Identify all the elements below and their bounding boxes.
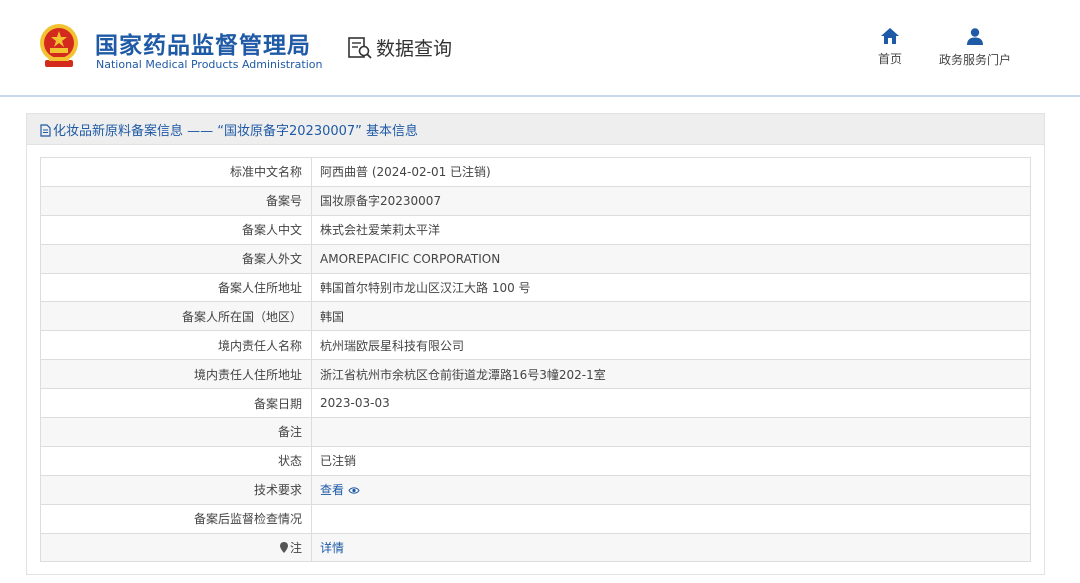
- data-query-heading: 数据查询: [347, 34, 452, 61]
- data-query-label: 数据查询: [376, 38, 453, 60]
- panel-title: 化妆品新原料备案信息 —— “国妆原备字20230007” 基本信息: [40, 120, 418, 139]
- field-label: 备案后监督检查情况: [40, 503, 312, 534]
- record-panel: 化妆品新原料备案信息 —— “国妆原备字20230007” 基本信息 标准中文名…: [26, 113, 1045, 575]
- record-info-table: 标准中文名称 阿西曲普 (2024-02-01 已注销) 备案号 国妆原备字20…: [40, 157, 1031, 563]
- note-label: 注: [289, 541, 302, 556]
- field-label: 备案号: [40, 185, 312, 216]
- field-label: 备案人所在国（地区）: [40, 301, 312, 332]
- field-value: 已注销: [311, 445, 1031, 476]
- home-icon: [881, 28, 899, 44]
- field-label: 备案日期: [40, 388, 312, 419]
- eye-icon[interactable]: [348, 486, 360, 495]
- field-label: 技术要求: [40, 474, 312, 505]
- table-row: 备案后监督检查情况: [40, 503, 1031, 534]
- nav-home[interactable]: 首页: [874, 28, 906, 67]
- field-label: 备案人住所地址: [40, 272, 312, 303]
- field-label: 境内责任人住所地址: [40, 359, 312, 390]
- field-value: 2023-03-03: [311, 388, 1031, 419]
- field-value: AMOREPACIFIC CORPORATION: [311, 243, 1031, 274]
- field-value: 株式会社爱茉莉太平洋: [311, 214, 1031, 245]
- pin-icon: [279, 542, 288, 554]
- table-row: 注 详情: [40, 532, 1031, 563]
- field-label: 备案人外文: [40, 243, 312, 274]
- field-value: 国妆原备字20230007: [311, 185, 1031, 216]
- field-label: 状态: [40, 445, 312, 476]
- user-icon: [967, 28, 983, 45]
- org-name-en: National Medical Products Administration: [96, 58, 323, 71]
- table-row: 备注: [40, 417, 1031, 447]
- table-row: 状态 已注销: [40, 445, 1031, 476]
- document-icon: [40, 123, 51, 137]
- table-row: 备案号 国妆原备字20230007: [40, 185, 1031, 216]
- field-value: [311, 417, 1031, 447]
- panel-header: 化妆品新原料备案信息 —— “国妆原备字20230007” 基本信息: [27, 114, 1044, 145]
- field-value-cell: 查看: [311, 474, 1031, 505]
- document-search-icon: [348, 36, 372, 59]
- field-value: 韩国首尔特别市龙山区汉江大路 100 号: [311, 272, 1031, 303]
- panel-title-text: 化妆品新原料备案信息 —— “国妆原备字20230007” 基本信息: [53, 123, 419, 139]
- national-emblem-icon: [40, 24, 78, 67]
- table-row: 备案人所在国（地区） 韩国: [40, 301, 1031, 332]
- field-value: 杭州瑞欧辰星科技有限公司: [311, 330, 1031, 361]
- field-value: [311, 503, 1031, 534]
- field-value-cell: 详情: [311, 532, 1031, 563]
- field-value: 阿西曲普 (2024-02-01 已注销): [311, 157, 1031, 187]
- field-value: 韩国: [311, 301, 1031, 332]
- org-name-cn: 国家药品监督管理局: [95, 33, 311, 59]
- field-label: 境内责任人名称: [40, 330, 312, 361]
- field-value: 浙江省杭州市余杭区仓前街道龙潭路16号3幢202-1室: [311, 359, 1031, 390]
- nav-portal-label: 政务服务门户: [938, 53, 1011, 67]
- table-row: 备案日期 2023-03-03: [40, 388, 1031, 419]
- field-label-cell: 注: [40, 532, 312, 563]
- table-row: 备案人住所地址 韩国首尔特别市龙山区汉江大路 100 号: [40, 272, 1031, 303]
- field-label: 备案人中文: [40, 214, 312, 245]
- nav-home-label: 首页: [877, 52, 902, 66]
- field-label: 备注: [40, 417, 312, 447]
- table-row: 境内责任人名称 杭州瑞欧辰星科技有限公司: [40, 330, 1031, 361]
- field-label: 标准中文名称: [40, 157, 312, 187]
- table-row: 境内责任人住所地址 浙江省杭州市余杭区仓前街道龙潭路16号3幢202-1室: [40, 359, 1031, 390]
- note-details-link[interactable]: 详情: [320, 541, 344, 555]
- nav-gov-service-portal[interactable]: 政务服务门户: [936, 28, 1014, 68]
- table-row: 标准中文名称 阿西曲普 (2024-02-01 已注销): [40, 157, 1031, 187]
- table-row: 备案人中文 株式会社爱茉莉太平洋: [40, 214, 1031, 245]
- table-row: 备案人外文 AMOREPACIFIC CORPORATION: [40, 243, 1031, 274]
- view-tech-requirements-link[interactable]: 查看: [320, 483, 344, 497]
- table-row: 技术要求 查看: [40, 474, 1031, 505]
- site-header: 国家药品监督管理局 National Medical Products Admi…: [0, 0, 1080, 97]
